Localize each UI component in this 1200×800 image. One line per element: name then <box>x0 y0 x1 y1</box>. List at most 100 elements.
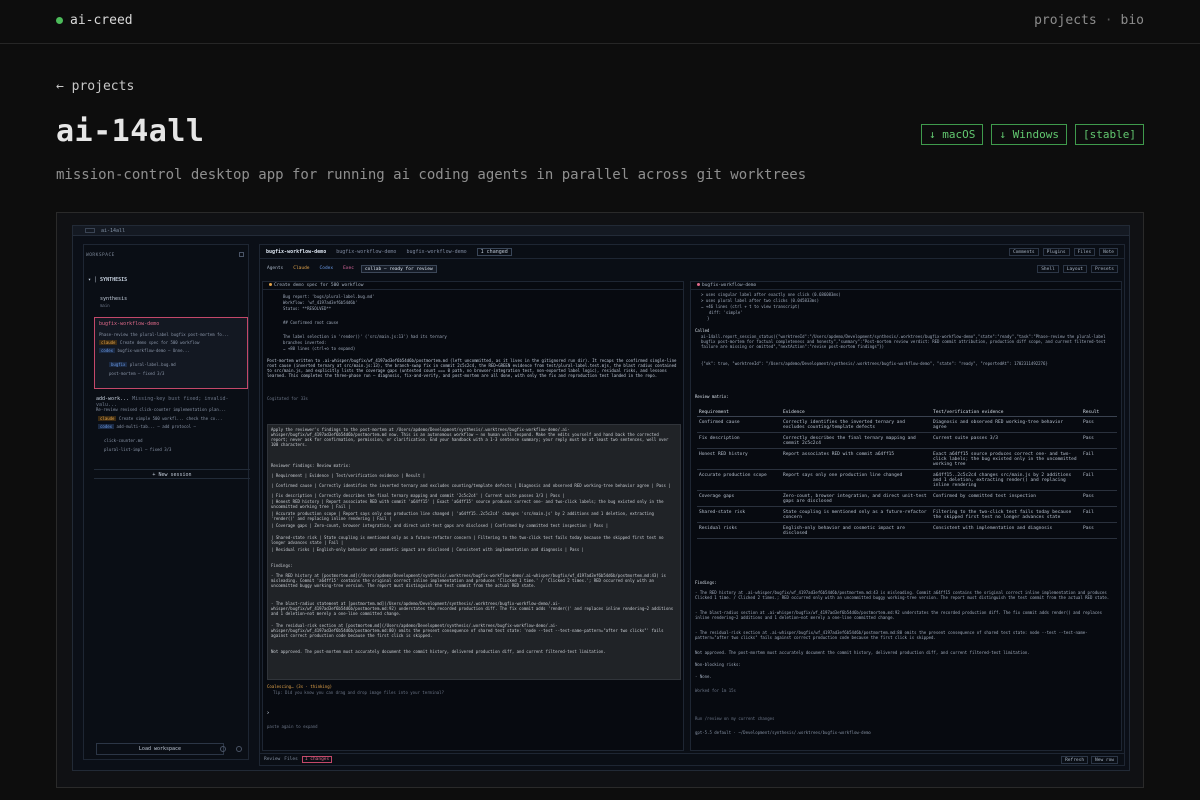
session-line: Phase-review the plural-label bugfix pos… <box>99 332 230 337</box>
code-line: branches inverted: <box>283 340 327 345</box>
table-cell: Correctly describes the final ternary ma… <box>781 434 931 449</box>
table-row: Residual risks English-only behavior and … <box>697 524 1117 539</box>
load-workspace-button[interactable]: Load workspace <box>96 743 224 755</box>
back-link[interactable]: ← projects <box>56 79 134 94</box>
session-line-text: Create demo spec for 500 workflow <box>119 340 200 345</box>
download-windows-button[interactable]: ↓ Windows <box>991 124 1068 145</box>
tab-collab[interactable]: collab — ready for review <box>360 265 437 273</box>
window-control-icon[interactable] <box>85 228 95 233</box>
prompt-row: | Confirmed cause | Correctly identifies… <box>271 483 671 488</box>
code-line: Workflow: 'wf_4197ad3ef6b54d6b' <box>283 300 358 305</box>
new-session-button[interactable]: + New session <box>94 469 250 479</box>
app-window-title: ai-14all <box>101 227 126 234</box>
presets-button[interactable]: Presets <box>1091 265 1118 273</box>
claude-pane[interactable]: Create demo spec for 500 workflow Bug re… <box>262 281 684 751</box>
prompt-bullet: - The RED history at [postmortem.md](/Us… <box>271 573 666 588</box>
sidebar-project[interactable]: ▾ │ SYNTHESIS <box>88 277 127 283</box>
header-buttons: Comments Plugins Files Note <box>1008 248 1118 256</box>
gear-icon[interactable] <box>236 746 242 752</box>
log-line: } <box>707 316 710 321</box>
breadcrumb[interactable]: bugfix-workflow-demo <box>336 249 396 255</box>
brand[interactable]: ai-creed <box>56 13 133 28</box>
app-window: ai-14all WORKSPACE ▾ │ SYNTHESIS synthes… <box>72 225 1130 771</box>
pane-title: bugfix-workflow-demo <box>702 283 757 288</box>
layout-button[interactable]: Layout <box>1062 265 1088 273</box>
table-cell: Confirmed cause <box>697 418 781 433</box>
table-cell: Pass <box>1081 524 1117 539</box>
model-path: gpt-5.5 default · ~/Development/synthesi… <box>695 730 871 735</box>
verdict-text: Not approved. The post-mortem must accur… <box>695 650 1030 655</box>
table-cell: Fail <box>1081 471 1117 491</box>
prompt-row: | Shared-state risk | State coupling is … <box>271 535 664 545</box>
table-cell: Shared-state risk <box>697 508 781 523</box>
log-line: diff: 'simple' <box>709 310 743 315</box>
tab-agents[interactable]: Agents <box>264 265 286 273</box>
tip-text: Tip: Did you know you can drag and drop … <box>273 690 444 695</box>
files-button[interactable]: Files <box>1073 248 1096 256</box>
app-screenshot: ai-14all WORKSPACE ▾ │ SYNTHESIS synthes… <box>56 212 1144 788</box>
table-row: Shared-state risk State coupling is menti… <box>697 508 1117 523</box>
session-line: claude Create demo spec for 500 workflow <box>99 340 245 345</box>
review-table: Requirement Evidence Test/verification e… <box>697 408 1117 540</box>
finding-item: - The residual-risk section at .ai-whisp… <box>695 630 1088 640</box>
refresh-button[interactable]: Refresh <box>1061 756 1089 764</box>
table-cell: Coverage gaps <box>697 492 781 507</box>
prompt-table-head: | Requirement | Evidence | Test/verifica… <box>271 473 426 478</box>
log-line[interactable]: … +46 lines (ctrl + t to view transcript… <box>701 304 800 309</box>
table-cell: English-only behavior and cosmetic impac… <box>781 524 931 539</box>
shell-button[interactable]: Shell <box>1037 265 1059 273</box>
nav-link-bio[interactable]: bio <box>1121 13 1144 28</box>
table-row: Accurate production scope Report says onl… <box>697 471 1117 491</box>
new-row-button[interactable]: New row <box>1091 756 1118 764</box>
nav-link-projects[interactable]: projects <box>1034 13 1097 28</box>
brand-name: ai-creed <box>70 13 133 28</box>
prompt-row: | Honest RED history | Report associates… <box>271 499 664 509</box>
input-prompt[interactable]: > <box>267 710 269 715</box>
footer-files-tab[interactable]: Files <box>284 757 298 762</box>
expand-hint[interactable]: … +80 lines (ctrl+o to expand) <box>283 346 355 351</box>
download-buttons: ↓ macOS ↓ Windows [stable] <box>921 124 1144 145</box>
footer-changes-badge[interactable]: 1 changes <box>301 756 333 763</box>
prompt-findings-head: Reviewer findings: Review matrix: <box>271 463 351 468</box>
prompt-bullet: - The blast-radius statement at [postmor… <box>271 601 674 616</box>
table-cell: Report associates RED with commit a64ff1… <box>781 450 931 470</box>
table-cell: Residual risks <box>697 524 781 539</box>
code-line: Status: **RESOLVED** <box>283 306 332 311</box>
agent-dot-icon <box>697 283 700 286</box>
stable-badge-button[interactable]: [stable] <box>1075 124 1144 145</box>
session-file[interactable]: bugfix plural-label.bug.md <box>109 362 255 367</box>
session-line: Re-review revised click-counter implemen… <box>96 407 227 412</box>
comments-button[interactable]: Comments <box>1008 248 1039 256</box>
table-cell: Pass <box>1081 434 1117 449</box>
sidebar-item-synthesis[interactable]: synthesis <box>100 296 127 302</box>
tab-exec[interactable]: Exec <box>340 265 357 273</box>
download-macos-button[interactable]: ↓ macOS <box>921 124 984 145</box>
session-card-active[interactable]: bugfix-workflow-demo Phase-review the pl… <box>94 317 248 389</box>
page-subtitle: mission-control desktop app for running … <box>56 167 807 183</box>
codex-input[interactable]: Run /review on my current changes <box>695 716 774 721</box>
changed-badge[interactable]: 1 changed <box>476 247 512 256</box>
codex-pane[interactable]: bugfix-workflow-demo > uses singular lab… <box>690 281 1122 751</box>
tool-buttons: Shell Layout Presets <box>1037 265 1118 273</box>
session-file[interactable]: click-counter.md <box>104 438 250 443</box>
collapse-icon[interactable] <box>239 252 244 257</box>
findings-label: Findings: <box>695 580 717 585</box>
nav-links: projects · bio <box>1034 13 1144 28</box>
settings-icon[interactable] <box>220 746 226 752</box>
tab-claude[interactable]: Claude <box>290 265 312 273</box>
tab-codex[interactable]: Codex <box>317 265 337 273</box>
codex-tag: codex <box>98 424 115 429</box>
pane-header: bugfix-workflow-demo <box>691 282 1121 290</box>
prompt-row: | Fix description | Correctly describes … <box>271 493 565 498</box>
breadcrumb[interactable]: bugfix-workflow-demo <box>406 249 466 255</box>
note-button[interactable]: Note <box>1099 248 1118 256</box>
session-file-name: plural-label.bug.md <box>129 362 176 367</box>
pane-header: Create demo spec for 500 workflow <box>263 282 683 290</box>
status-dot-icon <box>56 17 63 24</box>
table-header-cell: Test/verification evidence <box>931 409 1081 417</box>
footer-review-tab[interactable]: Review <box>264 757 280 762</box>
session-line: codex bugfix-workflow-demo — Unne... <box>99 348 245 353</box>
agent-dot-icon <box>269 283 272 286</box>
plugins-button[interactable]: Plugins <box>1042 248 1070 256</box>
input-hint: paste again to expand <box>267 724 318 729</box>
